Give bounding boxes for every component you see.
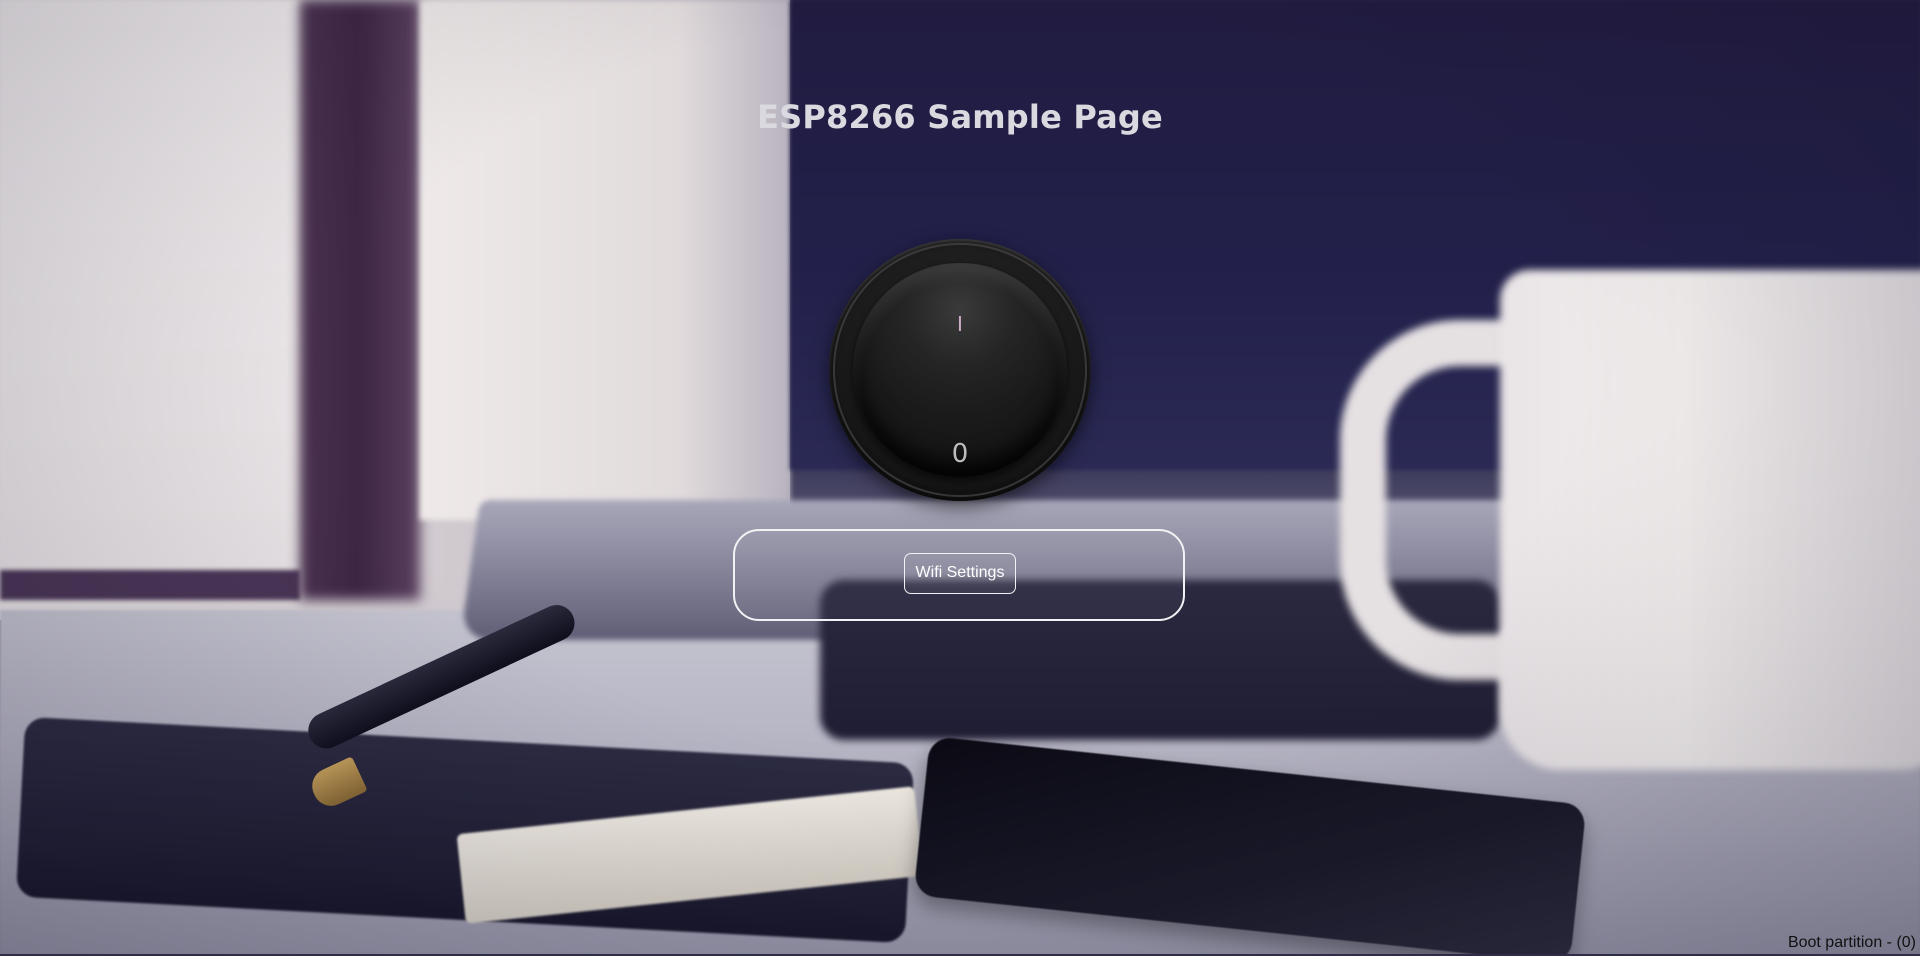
knob-face: I 0 bbox=[853, 263, 1067, 477]
boot-partition-status: Boot partition - (0) bbox=[1787, 934, 1916, 951]
switch-on-mark: I bbox=[957, 312, 963, 336]
page-title: ESP8266 Sample Page bbox=[757, 98, 1163, 136]
wifi-settings-button[interactable]: Wifi Settings bbox=[904, 553, 1016, 594]
switch-off-mark: 0 bbox=[951, 439, 969, 469]
power-switch-knob[interactable]: I 0 bbox=[829, 239, 1091, 501]
